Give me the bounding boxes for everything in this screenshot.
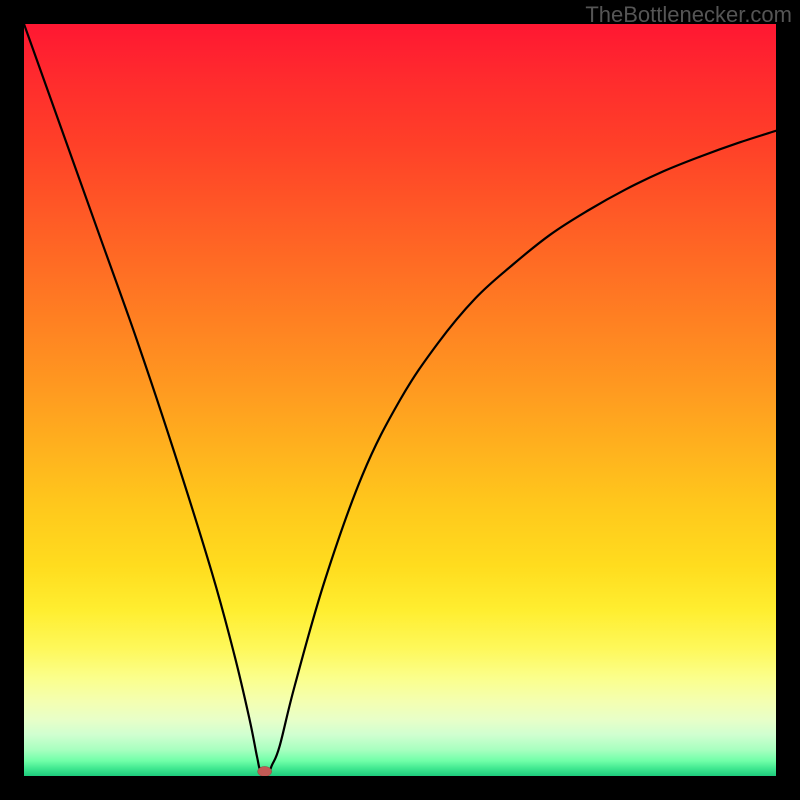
optimal-marker xyxy=(258,766,272,776)
plot-area xyxy=(24,24,776,776)
bottleneck-curve xyxy=(24,24,776,773)
watermark-text: TheBottlenecker.com xyxy=(585,2,792,28)
chart-overlay xyxy=(24,24,776,776)
chart-container: TheBottlenecker.com xyxy=(0,0,800,800)
